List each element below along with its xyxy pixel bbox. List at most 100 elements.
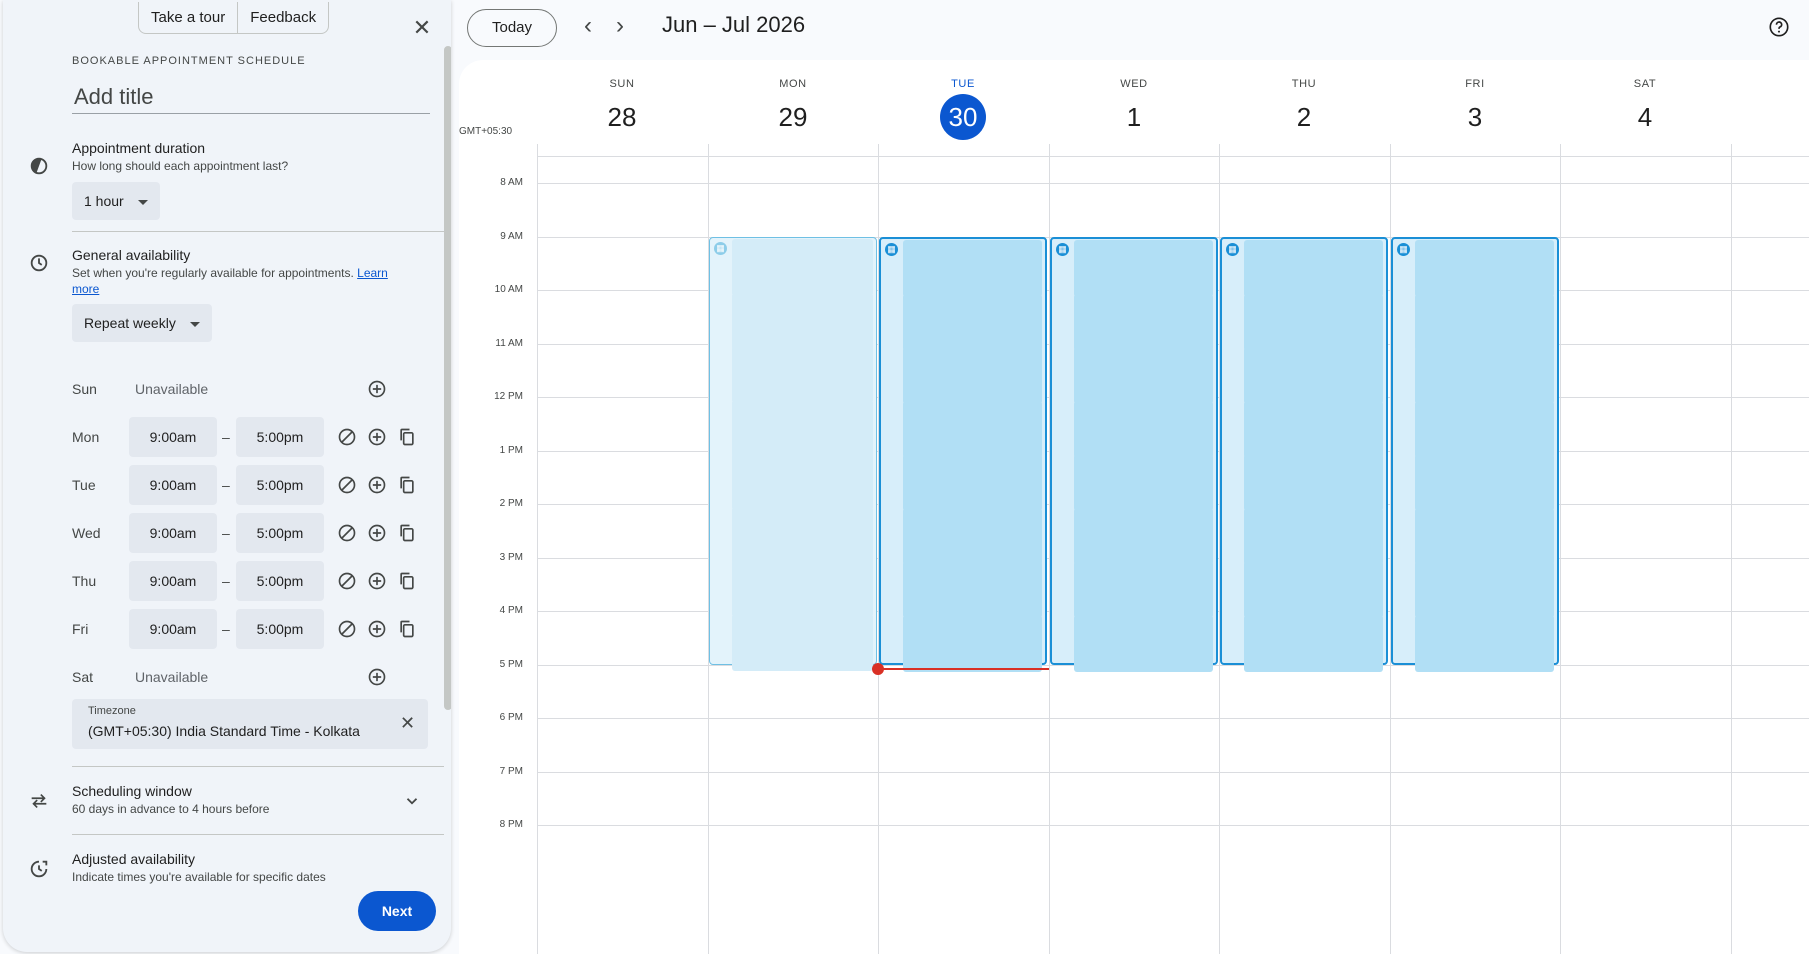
appointment-slot[interactable] [732,346,873,403]
start-time-field[interactable]: 9:00am [129,609,217,649]
copy-icon[interactable] [397,475,417,495]
day-header-sun[interactable]: SUN 28 [562,78,682,140]
panel-scrollbar[interactable] [444,46,451,710]
end-time-field[interactable]: 5:00pm [236,465,324,505]
appointment-slot[interactable] [1074,615,1213,672]
day-header-tue[interactable]: TUE 30 [903,78,1023,140]
appointment-slot[interactable] [1244,401,1383,458]
appointment-slot[interactable] [1074,294,1213,351]
day-number[interactable]: 29 [770,94,816,140]
title-input[interactable] [72,80,430,114]
appointment-slot[interactable] [1244,615,1383,672]
duration-select[interactable]: 1 hour [72,182,160,220]
appointment-slot[interactable] [732,507,873,564]
appointment-slot[interactable] [1415,615,1554,672]
appointment-slot[interactable] [1244,240,1383,297]
repeat-select[interactable]: Repeat weekly [72,304,212,342]
start-time-field[interactable]: 9:00am [129,417,217,457]
appointment-slot[interactable] [1415,508,1554,565]
day-number[interactable]: 30 [940,94,986,140]
copy-icon[interactable] [397,523,417,543]
appointment-slot[interactable] [1415,240,1554,297]
help-icon[interactable] [1768,16,1790,38]
next-week-icon[interactable]: › [608,14,632,40]
close-icon[interactable]: ✕ [408,14,436,42]
appointment-slot[interactable] [1074,508,1213,565]
day-header-thu[interactable]: THU 2 [1244,78,1364,140]
start-time-field[interactable]: 9:00am [129,465,217,505]
appointment-slot[interactable] [1074,454,1213,511]
availability-block-fri[interactable]: ▦ [1391,237,1559,672]
take-a-tour-button[interactable]: Take a tour [139,2,237,33]
appointment-slot[interactable] [732,560,873,617]
expand-chevron-icon[interactable] [403,792,421,810]
day-number[interactable]: 1 [1111,94,1157,140]
appointment-slot[interactable] [1415,561,1554,618]
day-number[interactable]: 4 [1622,94,1668,140]
appointment-slot[interactable] [903,615,1042,672]
start-time-field[interactable]: 9:00am [129,513,217,553]
add-hours-icon[interactable] [367,427,387,447]
day-number[interactable]: 28 [599,94,645,140]
appointment-slot[interactable] [732,239,873,296]
appointment-slot[interactable] [732,453,873,510]
availability-block-tue[interactable]: ▦ [879,237,1047,672]
end-time-field[interactable]: 5:00pm [236,561,324,601]
mark-unavailable-icon[interactable] [337,619,357,639]
appointment-slot[interactable] [903,454,1042,511]
appointment-slot[interactable] [903,401,1042,458]
clear-timezone-icon[interactable]: ✕ [400,713,415,734]
previous-week-icon[interactable]: ‹ [576,14,600,40]
appointment-slot[interactable] [1244,347,1383,404]
appointment-slot[interactable] [1244,508,1383,565]
appointment-slot[interactable] [1074,347,1213,404]
day-number[interactable]: 2 [1281,94,1327,140]
appointment-slot[interactable] [732,400,873,457]
day-header-fri[interactable]: FRI 3 [1415,78,1535,140]
add-hours-icon[interactable] [367,523,387,543]
appointment-slot[interactable] [732,293,873,350]
today-button[interactable]: Today [467,9,557,47]
appointment-slot[interactable] [903,508,1042,565]
availability-block-thu[interactable]: ▦ [1220,237,1388,672]
appointment-slot[interactable] [1415,401,1554,458]
copy-icon[interactable] [397,619,417,639]
appointment-slot[interactable] [1074,240,1213,297]
day-header-sat[interactable]: SAT 4 [1585,78,1705,140]
appointment-slot[interactable] [732,614,873,671]
end-time-field[interactable]: 5:00pm [236,417,324,457]
add-hours-icon[interactable] [367,379,387,399]
next-button[interactable]: Next [358,891,436,931]
mark-unavailable-icon[interactable] [337,427,357,447]
appointment-slot[interactable] [903,294,1042,351]
add-hours-icon[interactable] [367,571,387,591]
add-hours-icon[interactable] [367,475,387,495]
appointment-slot[interactable] [1074,401,1213,458]
appointment-slot[interactable] [903,347,1042,404]
copy-icon[interactable] [397,571,417,591]
availability-block-wed[interactable]: ▦ [1050,237,1218,672]
appointment-slot[interactable] [1415,454,1554,511]
appointment-slot[interactable] [903,561,1042,618]
timezone-field[interactable]: Timezone (GMT+05:30) India Standard Time… [72,699,428,749]
add-hours-icon[interactable] [367,619,387,639]
appointment-slot[interactable] [1415,347,1554,404]
day-number[interactable]: 3 [1452,94,1498,140]
appointment-slot[interactable] [1244,561,1383,618]
appointment-slot[interactable] [903,240,1042,297]
add-hours-icon[interactable] [367,667,387,687]
mark-unavailable-icon[interactable] [337,571,357,591]
mark-unavailable-icon[interactable] [337,523,357,543]
appointment-slot[interactable] [1074,561,1213,618]
appointment-slot[interactable] [1415,294,1554,351]
appointment-slot[interactable] [1244,454,1383,511]
copy-icon[interactable] [397,427,417,447]
end-time-field[interactable]: 5:00pm [236,609,324,649]
day-header-mon[interactable]: MON 29 [733,78,853,140]
end-time-field[interactable]: 5:00pm [236,513,324,553]
feedback-button[interactable]: Feedback [237,2,328,33]
mark-unavailable-icon[interactable] [337,475,357,495]
day-header-wed[interactable]: WED 1 [1074,78,1194,140]
availability-block-mon[interactable]: ▦ [709,237,877,671]
appointment-slot[interactable] [1244,294,1383,351]
